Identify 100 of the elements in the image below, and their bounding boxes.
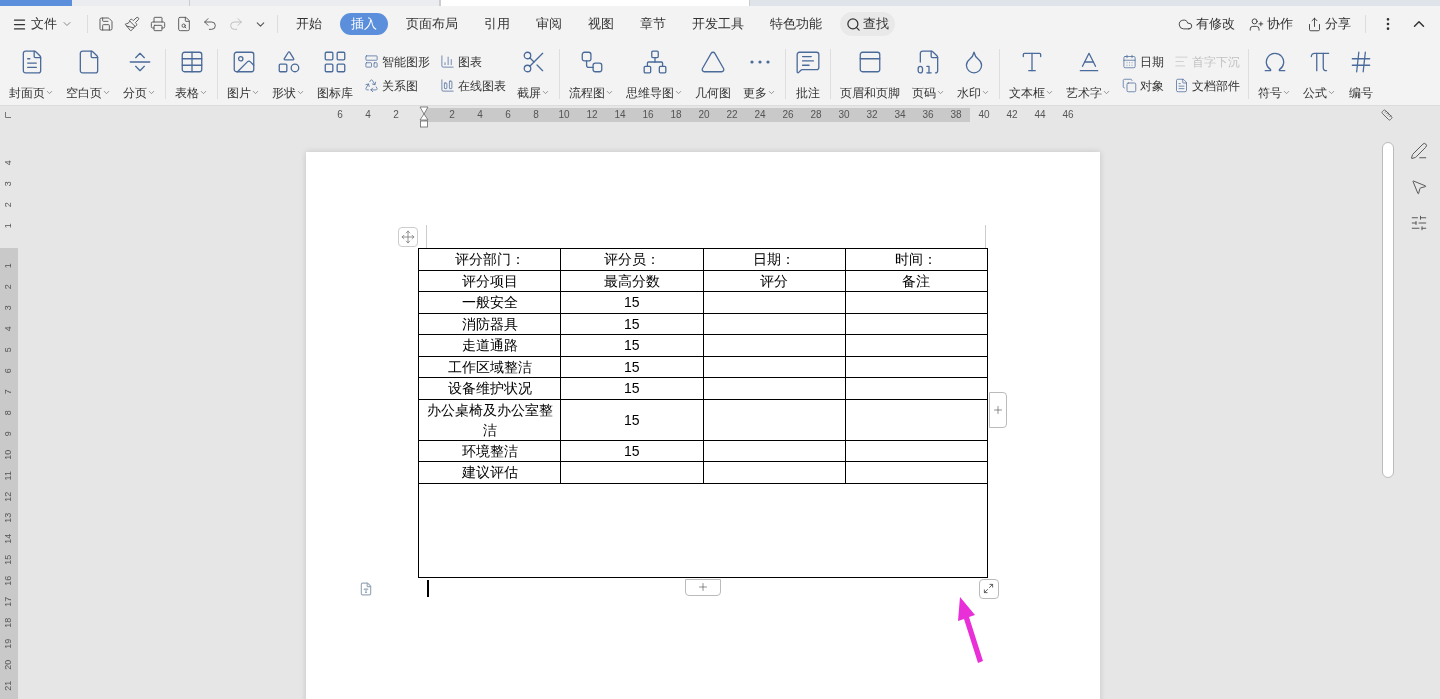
ruler-number: 5 (6, 346, 12, 354)
header-action[interactable]: 分享 (1307, 14, 1351, 34)
ruler-number: 4 (6, 325, 12, 333)
layout-icon (364, 54, 379, 69)
table-cell: 最高分数 (560, 270, 703, 292)
toolbar-small-button[interactable]: 图表 (440, 52, 506, 71)
ruler-number: 8 (6, 409, 12, 417)
ribbon-tab[interactable]: 审阅 (528, 13, 570, 35)
ruler-number: 14 (613, 108, 627, 122)
undo-icon[interactable] (202, 16, 218, 32)
toolbar-button[interactable]: 几何图 (690, 45, 736, 102)
ruler-number: 17 (4, 595, 14, 609)
table-cell: 消防器具 (418, 313, 561, 335)
ruler-toggle-icon[interactable] (1381, 109, 1393, 121)
ruler-number: 6 (336, 108, 344, 122)
ruler-number: 10 (4, 448, 14, 462)
toolbar-button[interactable]: 表格 (170, 45, 213, 102)
ribbon-tab[interactable]: 开发工具 (684, 13, 752, 35)
toolbar-small-button[interactable]: 智能图形 (364, 52, 430, 71)
table-cell: 工作区域整洁 (418, 356, 561, 378)
toolbar-small-button[interactable]: 在线图表 (440, 76, 506, 95)
toolbar-button[interactable]: 更多 (738, 45, 781, 102)
caret-icon (981, 88, 990, 97)
toolbar-button[interactable]: 符号 (1253, 45, 1296, 102)
caret-icon (102, 88, 111, 97)
toolbar-button[interactable]: 公式 (1298, 45, 1341, 102)
toolbar-button[interactable]: 流程图 (564, 45, 619, 102)
ribbon-tab[interactable]: 开始 (288, 13, 330, 35)
table-cell: 一般安全 (418, 291, 561, 313)
ruler-number: 38 (949, 108, 963, 122)
caret-icon (541, 88, 550, 97)
sliders-icon[interactable] (1410, 214, 1428, 232)
resize-table-button[interactable] (978, 578, 999, 599)
ruler-number: 6 (504, 108, 512, 122)
toolbar-button[interactable]: 图标库 (312, 45, 358, 102)
ruler-number: 26 (781, 108, 795, 122)
toolbar-button[interactable]: 图片 (222, 45, 265, 102)
printer-icon[interactable] (150, 16, 166, 32)
toolbar-button[interactable]: 页码 (907, 45, 950, 102)
ribbon-tab[interactable]: 引用 (476, 13, 518, 35)
ruler-number: 20 (697, 108, 711, 122)
toolbar-button[interactable]: 形状 (267, 45, 310, 102)
indent-marker-icon[interactable] (419, 106, 429, 128)
scrollbar-thumb[interactable] (1382, 142, 1394, 478)
print-preview-icon[interactable] (176, 16, 192, 32)
toolbar-button[interactable]: 文本框 (1004, 45, 1059, 102)
toolbar-button[interactable]: 分页 (118, 45, 161, 102)
ruler-number: 9 (6, 430, 12, 438)
ruler-number: 16 (641, 108, 655, 122)
ruler-number: 14 (4, 532, 14, 546)
toolbar-button[interactable]: 批注 (790, 45, 826, 102)
caret-icon (605, 88, 614, 97)
toolbar-button[interactable]: 水印 (952, 45, 995, 102)
search-icon (846, 16, 861, 32)
toolbar-small-button[interactable]: 日期 (1122, 52, 1164, 71)
toolbar-small-button[interactable]: 文档部件 (1174, 76, 1240, 95)
brush-icon[interactable] (124, 16, 140, 32)
toolbar-button[interactable]: 编号 (1343, 45, 1379, 102)
header-action[interactable]: 有修改 (1178, 14, 1235, 34)
cloud-icon (1178, 16, 1193, 32)
ruler-number: 11 (4, 469, 14, 483)
ruler-number: 16 (4, 574, 14, 588)
plus-icon (992, 404, 1004, 416)
toolbar-button[interactable]: 艺术字 (1061, 45, 1116, 102)
toolbar-button[interactable]: 页眉和页脚 (835, 45, 905, 102)
toolbar-button[interactable]: 截屏 (512, 45, 555, 102)
toolbar-small-button[interactable]: 关系图 (364, 76, 430, 95)
pen-icon[interactable] (1410, 142, 1428, 160)
ruler-number: 12 (585, 108, 599, 122)
ruler-number: 4 (476, 108, 484, 122)
toolbar-small-button[interactable]: 对象 (1122, 76, 1164, 95)
search-button[interactable]: 查找 (840, 12, 895, 36)
toolbar-button[interactable]: 封面页 (4, 45, 59, 102)
ribbon-tab[interactable]: 视图 (580, 13, 622, 35)
paragraph-icon[interactable] (359, 581, 373, 596)
file-menu[interactable]: 文件 (12, 14, 83, 34)
table-cell: 15 (560, 313, 703, 335)
ruler-number: 15 (4, 553, 14, 567)
table-cell: 走道通路 (418, 334, 561, 356)
table-cell: 15 (560, 399, 703, 440)
toolbar-button[interactable]: 思维导图 (621, 45, 688, 102)
caret-icon (147, 88, 156, 97)
table-cell: 时间： (845, 248, 988, 270)
ribbon-tab[interactable]: 特色功能 (762, 13, 830, 35)
toolbar-button[interactable]: 空白页 (61, 45, 116, 102)
save-icon[interactable] (98, 16, 114, 32)
table-move-handle[interactable] (398, 227, 418, 247)
ruler-number: 10 (557, 108, 571, 122)
cursor-icon[interactable] (1410, 178, 1428, 196)
resize-icon (983, 583, 994, 594)
ruler-number: 28 (809, 108, 823, 122)
table-cell: 15 (560, 356, 703, 378)
mind-map-icon (641, 48, 668, 75)
table-cell: 备注 (845, 270, 988, 292)
header-action[interactable]: 协作 (1249, 14, 1293, 34)
ribbon-tab[interactable]: 页面布局 (398, 13, 466, 35)
ruler-number: 2 (6, 201, 12, 209)
ruler-number: 3 (6, 180, 12, 188)
ribbon-tab[interactable]: 章节 (632, 13, 674, 35)
ruler-number: 46 (1061, 108, 1075, 122)
